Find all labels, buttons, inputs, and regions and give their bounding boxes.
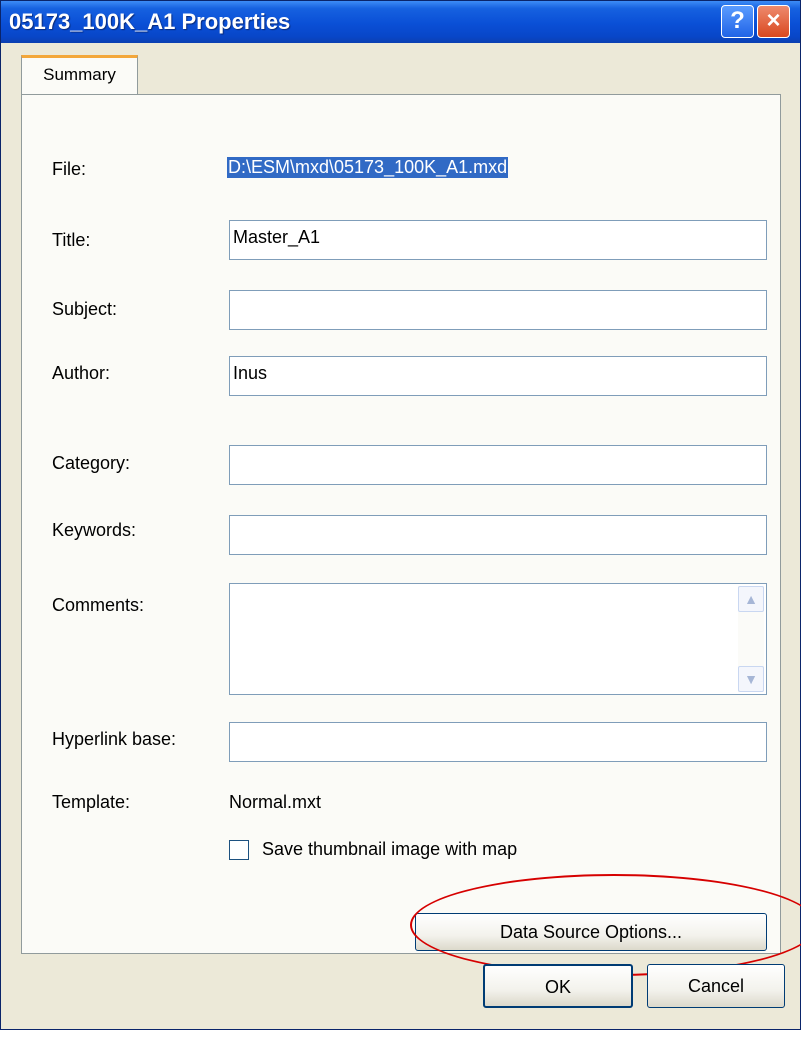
keywords-field[interactable] <box>229 515 767 555</box>
scroll-up-icon[interactable]: ▲ <box>738 586 764 612</box>
ok-button[interactable]: OK <box>483 964 633 1008</box>
window-title: 05173_100K_A1 Properties <box>9 9 291 34</box>
file-label: File: <box>52 159 87 179</box>
template-label: Template: <box>52 792 131 812</box>
data-source-options-button[interactable]: Data Source Options... <box>415 913 767 951</box>
category-label: Category: <box>52 453 131 473</box>
save-thumbnail-checkbox[interactable] <box>229 840 249 860</box>
help-button[interactable]: ? <box>721 5 754 38</box>
category-field[interactable] <box>229 445 767 485</box>
save-thumbnail-label[interactable]: Save thumbnail image with map <box>262 839 517 860</box>
summary-panel: File: D:\ESM\mxd\05173_100K_A1.mxd Title… <box>21 94 801 976</box>
scroll-down-icon[interactable]: ▼ <box>738 666 764 692</box>
subject-field[interactable] <box>229 290 767 330</box>
comments-scrollbar[interactable]: ▲ ▼ <box>738 586 764 692</box>
author-field[interactable]: Inus <box>229 356 767 396</box>
cancel-button[interactable]: Cancel <box>647 964 785 1008</box>
tab-summary[interactable]: Summary <box>21 55 138 95</box>
title-bar[interactable]: 05173_100K_A1 Properties ? × <box>1 1 800 43</box>
comments-textarea[interactable]: ▲ ▼ <box>229 583 767 695</box>
hyperlink-label: Hyperlink base: <box>52 729 177 749</box>
subject-label: Subject: <box>52 299 118 319</box>
template-value: Normal.mxt <box>229 792 322 812</box>
hyperlink-base-field[interactable] <box>229 722 767 762</box>
title-field[interactable]: Master_A1 <box>229 220 767 260</box>
title-label: Title: <box>52 230 91 250</box>
comments-label: Comments: <box>52 595 145 615</box>
keywords-label: Keywords: <box>52 520 137 540</box>
properties-dialog: 05173_100K_A1 Properties ? × Summary Fil… <box>0 0 801 1030</box>
file-path-value[interactable]: D:\ESM\mxd\05173_100K_A1.mxd <box>227 157 509 178</box>
author-label: Author: <box>52 363 111 383</box>
close-button[interactable]: × <box>757 5 790 38</box>
